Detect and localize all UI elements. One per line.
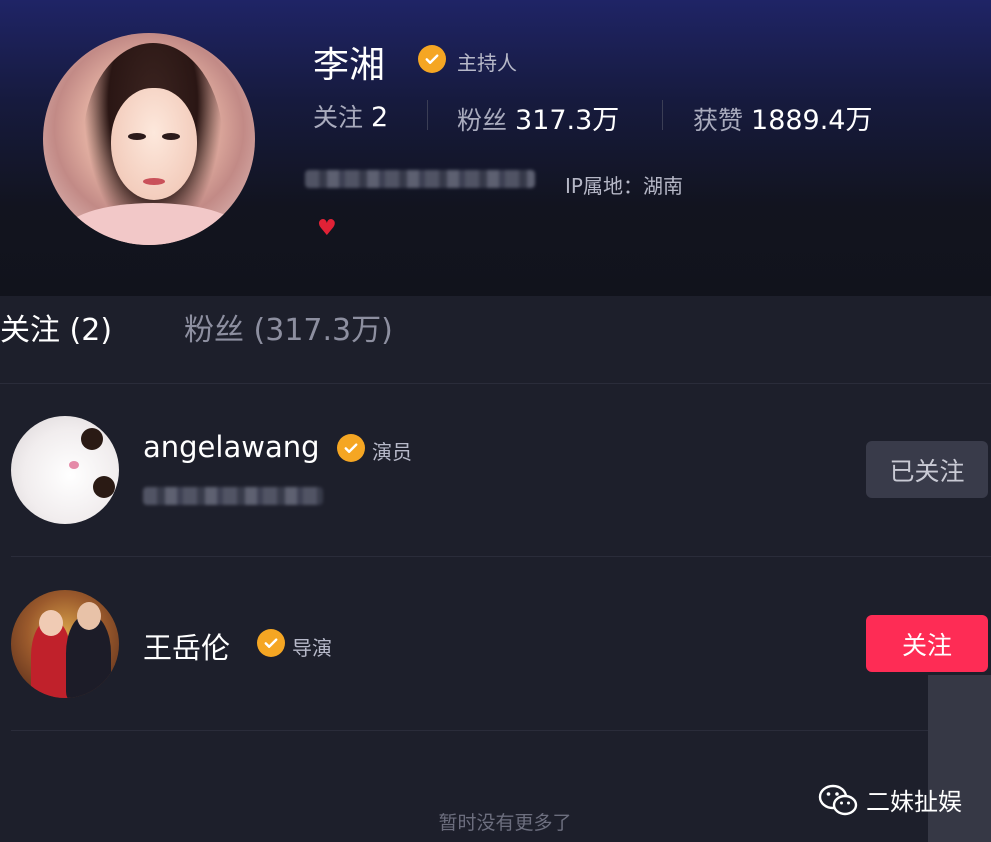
- profile-name: 李湘: [313, 45, 386, 86]
- watermark: 二妹扯娱: [818, 782, 962, 817]
- followed-button[interactable]: 已关注: [866, 441, 988, 498]
- stat-label: 获赞: [693, 106, 744, 135]
- heart-icon: ♥: [317, 216, 337, 241]
- stat-label: 关注: [313, 103, 364, 132]
- stat-value: 317.3万: [515, 105, 620, 136]
- tabs-bar: [0, 296, 991, 384]
- blurred-account-id: [305, 170, 535, 188]
- tab-following[interactable]: 关注 (2): [0, 305, 112, 349]
- user-avatar-wangyuelun[interactable]: [11, 590, 119, 698]
- stat-likes: 获赞 1889.4万: [693, 98, 873, 137]
- stat-followers[interactable]: 粉丝 317.3万: [457, 98, 619, 137]
- watermark-label: 二妹扯娱: [866, 788, 962, 816]
- verified-check-icon: [337, 434, 365, 462]
- user-avatar-angelawang[interactable]: [11, 416, 119, 524]
- blurred-signature: [143, 487, 323, 505]
- verified-check-icon: [418, 45, 446, 73]
- stat-divider: [427, 100, 428, 130]
- stat-divider: [662, 100, 663, 130]
- user-name[interactable]: angelawang: [143, 430, 320, 464]
- stat-value: 1889.4万: [751, 105, 873, 136]
- user-role: 导演: [292, 636, 332, 660]
- profile-role: 主持人: [457, 51, 517, 75]
- wechat-icon: [818, 784, 858, 815]
- stat-label: 粉丝: [457, 106, 508, 135]
- stat-value: 2: [371, 102, 389, 133]
- profile-avatar[interactable]: [43, 33, 255, 245]
- row-divider: [11, 730, 991, 731]
- user-name[interactable]: 王岳伦: [143, 625, 230, 667]
- ip-location: IP属地：湖南: [565, 174, 683, 198]
- row-divider: [11, 556, 991, 557]
- verified-check-icon: [257, 629, 285, 657]
- profile-header: 李湘 主持人 关注 2 粉丝 317.3万 获赞 1889.4万 IP属地：湖南 ♥: [0, 0, 991, 296]
- stat-following[interactable]: 关注 2: [313, 98, 388, 134]
- follow-button[interactable]: 关注: [866, 615, 988, 672]
- tab-followers[interactable]: 粉丝 (317.3万): [184, 305, 393, 349]
- user-role: 演员: [372, 440, 412, 464]
